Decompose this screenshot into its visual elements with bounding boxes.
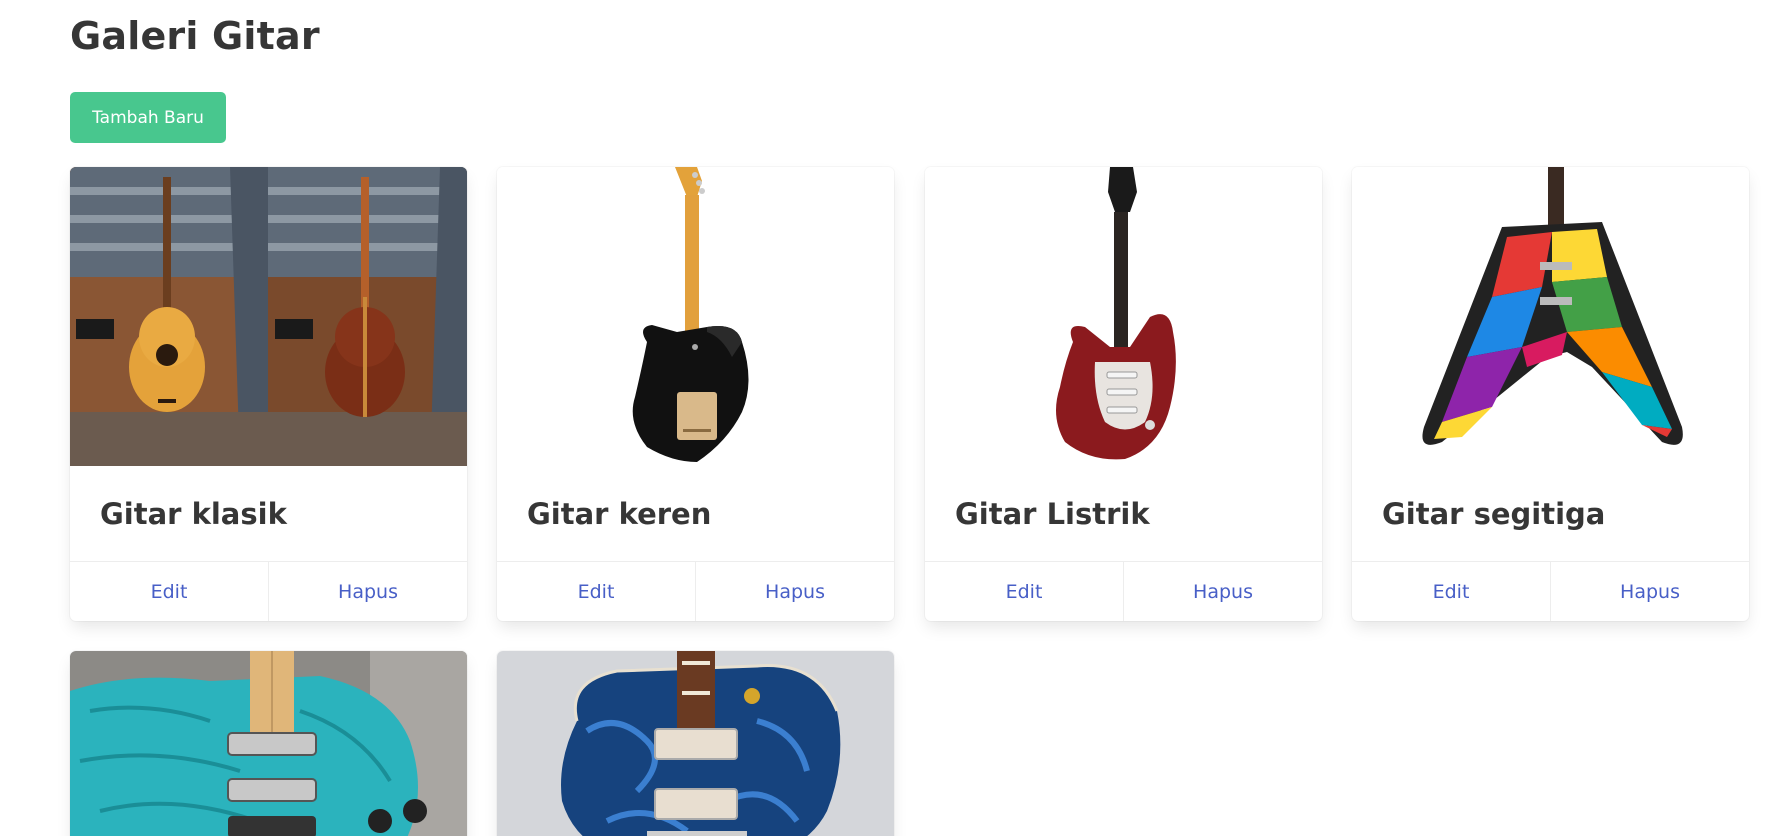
card-image-red-electric-guitar: [925, 167, 1322, 466]
card-content: Gitar keren: [497, 466, 894, 561]
card-content: Gitar klasik: [70, 466, 467, 561]
card-title: Gitar segitiga: [1382, 496, 1606, 531]
card-image-flying-v-guitar: [1352, 167, 1749, 466]
card-footer: Edit Hapus: [497, 561, 894, 621]
guitar-card: [70, 651, 467, 836]
delete-link[interactable]: Hapus: [268, 562, 467, 621]
card-footer: Edit Hapus: [70, 561, 467, 621]
card-title: Gitar klasik: [100, 496, 287, 531]
guitar-card: Gitar segitiga Edit Hapus: [1352, 167, 1749, 621]
card-image-acoustic-guitar: [70, 167, 467, 466]
edit-link[interactable]: Edit: [925, 562, 1123, 621]
edit-link[interactable]: Edit: [497, 562, 695, 621]
guitar-card: Gitar klasik Edit Hapus: [70, 167, 467, 621]
card-title: Gitar keren: [527, 496, 712, 531]
card-content: Gitar Listrik: [925, 466, 1322, 561]
guitar-card: Gitar Listrik Edit Hapus: [925, 167, 1322, 621]
card-image-blue-les-paul: [497, 651, 894, 836]
delete-link[interactable]: Hapus: [1550, 562, 1749, 621]
edit-link[interactable]: Edit: [1352, 562, 1550, 621]
card-footer: Edit Hapus: [1352, 561, 1749, 621]
card-footer: Edit Hapus: [925, 561, 1322, 621]
card-image-black-stratocaster: [497, 167, 894, 466]
edit-link[interactable]: Edit: [70, 562, 268, 621]
add-new-button[interactable]: Tambah Baru: [70, 92, 226, 143]
delete-link[interactable]: Hapus: [695, 562, 894, 621]
card-content: Gitar segitiga: [1352, 466, 1749, 561]
guitar-card: [497, 651, 894, 836]
card-title: Gitar Listrik: [955, 496, 1150, 531]
page-title: Galeri Gitar: [70, 14, 320, 58]
delete-link[interactable]: Hapus: [1123, 562, 1322, 621]
guitar-card: Gitar keren Edit Hapus: [497, 167, 894, 621]
card-image-turquoise-guitar: [70, 651, 467, 836]
